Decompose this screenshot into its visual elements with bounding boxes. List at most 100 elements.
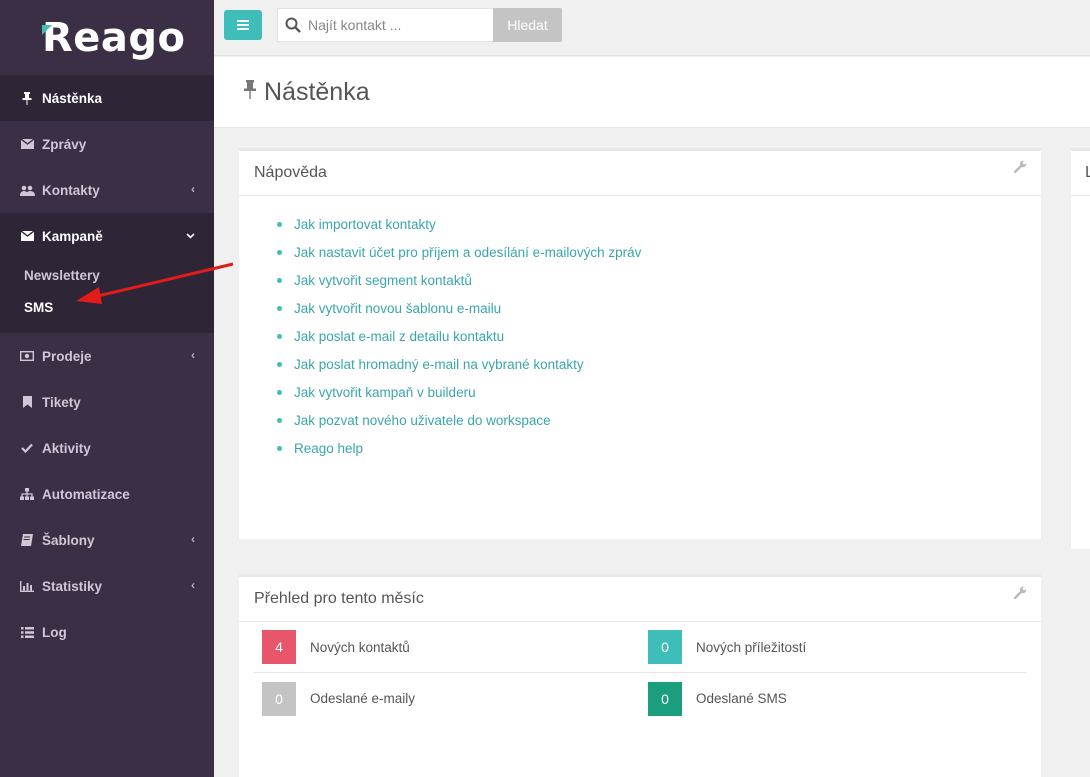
book-icon: [19, 534, 35, 546]
panel-header: Přehled pro tento měsíc: [239, 577, 1041, 622]
stat-label: Odeslané SMS: [696, 691, 787, 706]
sitemap-icon: [19, 488, 35, 500]
help-link[interactable]: Jak nastavit účet pro příjem a odesílání…: [294, 245, 641, 260]
stat-label: Nových kontaktů: [310, 639, 410, 655]
sidebar-item-label: Statistiky: [42, 578, 103, 594]
search-input[interactable]: [308, 17, 488, 33]
sidebar-item-kontakty[interactable]: Kontakty ‹: [0, 167, 214, 213]
sidebar: Reago Nástěnka Zprávy Kontakty ‹ Kampaně…: [0, 0, 214, 777]
stat-value-badge: 0: [262, 681, 296, 716]
list-item: Jak poslat hromadný e-mail na vybrané ko…: [277, 350, 1041, 378]
chevron-left-icon: ‹: [191, 348, 195, 362]
stat-value-badge: 0: [648, 630, 682, 664]
stat-sent-emails: 0 Odeslané e-maily: [254, 681, 640, 716]
sidebar-item-aktivity[interactable]: Aktivity: [0, 425, 214, 471]
panel-header: Nápověda: [239, 151, 1041, 196]
menu-toggle-button[interactable]: [224, 10, 262, 40]
check-icon: [19, 443, 35, 453]
help-link[interactable]: Jak vytvořit novou šablonu e-mailu: [294, 301, 501, 316]
panel-title: Nápověda: [254, 164, 327, 181]
list-item: Jak vytvořit kampaň v builderu: [277, 378, 1041, 406]
stat-value-badge: 0: [648, 681, 682, 716]
sidebar-item-kampane[interactable]: Kampaně: [0, 213, 214, 259]
search-icon: [278, 17, 308, 33]
envelope-icon: [19, 231, 35, 241]
topbar: Hledat: [214, 0, 1090, 56]
bookmark-icon: [19, 396, 35, 408]
stat-new-contacts: 4 Nových kontaktů: [254, 630, 640, 664]
help-link[interactable]: Jak vytvořit segment kontaktů: [294, 273, 472, 288]
bar-chart-icon: [19, 580, 35, 592]
page-title: Nástěnka: [264, 77, 370, 106]
panel-header: L: [1071, 151, 1090, 196]
search-button[interactable]: Hledat: [493, 8, 562, 42]
logo[interactable]: Reago: [0, 0, 214, 75]
sidebar-item-label: Log: [42, 624, 67, 640]
users-icon: [19, 185, 35, 196]
help-links-list: Jak importovat kontakty Jak nastavit úče…: [239, 196, 1041, 462]
chevron-left-icon: ‹: [191, 182, 195, 196]
list-item: Jak nastavit účet pro příjem a odesílání…: [277, 238, 1041, 266]
chevron-left-icon: ‹: [191, 532, 195, 546]
side-panel: L: [1071, 148, 1090, 549]
list-item: Jak poslat e-mail z detailu kontaktu: [277, 322, 1041, 350]
overview-panel: Přehled pro tento měsíc 4 Nových kontakt…: [239, 574, 1041, 777]
sidebar-item-nastenka[interactable]: Nástěnka: [0, 75, 214, 121]
sidebar-item-sablony[interactable]: Šablony ‹: [0, 517, 214, 563]
envelope-icon: [19, 139, 35, 149]
help-panel: Nápověda Jak importovat kontakty Jak nas…: [239, 148, 1041, 539]
sidebar-subitem-newslettery[interactable]: Newslettery: [0, 259, 214, 291]
page-header: Nástěnka: [214, 57, 1090, 128]
panel-title: L: [1085, 164, 1090, 181]
sidebar-item-label: Prodeje: [42, 348, 92, 364]
sidebar-item-label: Automatizace: [42, 486, 130, 502]
sidebar-item-prodeje[interactable]: Prodeje ‹: [0, 333, 214, 379]
stat-value-badge: 4: [262, 630, 296, 664]
help-link[interactable]: Reago help: [294, 441, 363, 456]
stats-grid: 4 Nových kontaktů 0 Nových příležitostí …: [239, 622, 1041, 724]
list-item: Jak pozvat nového uživatele do workspace: [277, 406, 1041, 434]
campaign-subnav: Newslettery SMS: [0, 259, 214, 333]
sidebar-item-label: Nástěnka: [42, 90, 103, 106]
sidebar-item-automatizace[interactable]: Automatizace: [0, 471, 214, 517]
sidebar-subitem-sms[interactable]: SMS: [0, 291, 214, 323]
sidebar-item-tikety[interactable]: Tikety: [0, 379, 214, 425]
chevron-left-icon: ‹: [191, 578, 195, 592]
stat-sent-sms: 0 Odeslané SMS: [640, 681, 1026, 716]
panel-title: Přehled pro tento měsíc: [254, 590, 424, 607]
pin-icon: [242, 79, 258, 105]
sidebar-item-statistiky[interactable]: Statistiky ‹: [0, 563, 214, 609]
stat-row: 0 Odeslané e-maily 0 Odeslané SMS: [254, 673, 1026, 724]
search-box: [277, 8, 494, 42]
pin-icon: [19, 91, 35, 105]
stat-new-opportunities: 0 Nových příležitostí: [640, 630, 1026, 664]
help-link[interactable]: Jak pozvat nového uživatele do workspace: [294, 413, 551, 428]
list-icon: [19, 626, 35, 638]
sidebar-item-label: Šablony: [42, 532, 95, 548]
help-link[interactable]: Jak poslat hromadný e-mail na vybrané ko…: [294, 357, 584, 372]
sidebar-item-label: Kontakty: [42, 182, 100, 198]
list-item: Jak vytvořit novou šablonu e-mailu: [277, 294, 1041, 322]
sidebar-item-label: Kampaně: [42, 228, 103, 244]
sidebar-item-label: Tikety: [42, 394, 81, 410]
hamburger-icon: [237, 20, 249, 30]
stat-row: 4 Nových kontaktů 0 Nových příležitostí: [254, 622, 1026, 673]
help-link[interactable]: Jak vytvořit kampaň v builderu: [294, 385, 476, 400]
stat-label: Nových příležitostí: [696, 639, 807, 655]
list-item: Jak importovat kontakty: [277, 210, 1041, 238]
logo-text: Reago: [42, 14, 186, 61]
wrench-icon[interactable]: [1013, 160, 1027, 178]
stat-label: Odeslané e-maily: [310, 691, 416, 706]
wrench-icon[interactable]: [1013, 586, 1027, 604]
sidebar-item-zpravy[interactable]: Zprávy: [0, 121, 214, 167]
help-link[interactable]: Jak importovat kontakty: [294, 217, 436, 232]
sidebar-item-label: Zprávy: [42, 136, 87, 152]
sidebar-item-log[interactable]: Log: [0, 609, 214, 655]
sidebar-nav: Nástěnka Zprávy Kontakty ‹ Kampaně Newsl…: [0, 75, 214, 655]
help-link[interactable]: Jak poslat e-mail z detailu kontaktu: [294, 329, 504, 344]
sidebar-item-label: Aktivity: [42, 440, 91, 456]
list-item: Jak vytvořit segment kontaktů: [277, 266, 1041, 294]
money-icon: [19, 351, 35, 361]
chevron-down-icon: [186, 228, 195, 242]
list-item: Reago help: [277, 434, 1041, 462]
